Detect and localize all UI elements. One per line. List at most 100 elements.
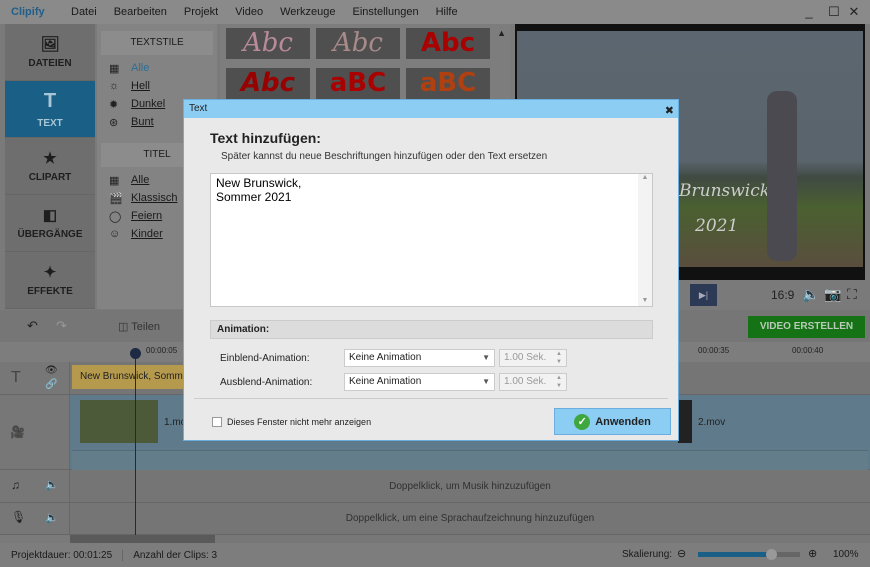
voice-hint: Doppelklick, um eine Sprachaufzeichnung … [345, 513, 595, 524]
sidebar-item-text[interactable]: T TEXT [5, 81, 95, 138]
close-icon[interactable]: ✕ [846, 4, 862, 20]
clip1-thumbnail[interactable] [80, 400, 158, 443]
text-clip[interactable]: New Brunswick, Sommer 2021 [72, 365, 192, 389]
check-icon: ✓ [574, 413, 591, 430]
style-thumb[interactable]: Abc [226, 68, 310, 99]
menu-projekt[interactable]: Projekt [184, 6, 218, 18]
scroll-up-icon[interactable]: ▲ [638, 174, 652, 181]
style-thumb[interactable]: aBC [406, 68, 490, 99]
magic-wand-icon: ✦ [43, 264, 57, 281]
fullscreen-icon[interactable]: ⛶ [847, 286, 857, 303]
sidebar-item-effekte[interactable]: ✦ EFFEKTE [5, 252, 95, 309]
menu-werkzeuge[interactable]: Werkzeuge [280, 6, 335, 18]
text-clip-label: New Brunswick, Sommer 2021 [80, 371, 192, 382]
dropdown-arrow-icon: ▼ [482, 353, 490, 362]
ruler-tick: 00:00:40 [792, 346, 824, 355]
text-input[interactable] [210, 173, 653, 307]
scale-slider[interactable] [698, 549, 800, 560]
textstile-hell-link[interactable]: Hell [131, 80, 150, 92]
in-animation-select[interactable]: Keine Animation ▼ [344, 349, 495, 367]
menu-hilfe[interactable]: Hilfe [436, 6, 458, 18]
redo-icon[interactable]: ↷ [56, 318, 67, 334]
music-track[interactable]: ♫ 🔈 Doppelklick, um Musik hinzuzufügen [0, 470, 870, 503]
menu-einstellungen[interactable]: Einstellungen [353, 6, 419, 18]
zoom-in-icon[interactable]: ⊕ [808, 547, 817, 560]
style-thumb[interactable]: Abc [406, 28, 490, 59]
textstile-dunkel-link[interactable]: Dunkel [131, 98, 165, 110]
titel-alle-link[interactable]: Alle [131, 174, 149, 186]
sidebar-item-label: ÜBERGÄNGE [17, 229, 83, 240]
menu-datei[interactable]: Datei [71, 6, 97, 18]
sidebar-item-label: CLIPART [28, 172, 72, 183]
clip2-thumbnail[interactable] [678, 400, 692, 443]
next-frame-icon[interactable]: ▶| [690, 284, 717, 306]
scale-label: Skalierung: [622, 549, 673, 560]
in-duration-stepper[interactable]: 1.00 Sek. ▲ ▼ [499, 349, 567, 367]
style-thumb[interactable]: Abc [316, 28, 400, 59]
sidebar-item-clipart[interactable]: ★ CLIPART [5, 138, 95, 195]
scale-slider-fill [698, 552, 772, 557]
link-icon[interactable]: 🔗 [45, 379, 57, 390]
undo-icon[interactable]: ↶ [27, 318, 38, 334]
out-animation-select[interactable]: Keine Animation ▼ [344, 373, 495, 391]
text-icon: T [11, 369, 21, 386]
preview-overlay-text: Brunswick, [679, 181, 776, 201]
playhead[interactable] [135, 350, 136, 535]
image-icon: 🖼 [40, 36, 60, 53]
clip-count: Anzahl der Clips: 3 [133, 549, 218, 561]
microphone-icon: 🎙 [11, 510, 27, 524]
style-thumb[interactable]: aBC [316, 68, 400, 99]
camera-icon[interactable]: 📷 [824, 286, 841, 303]
aspect-ratio[interactable]: 16:9 [771, 288, 794, 302]
apply-button[interactable]: ✓ Anwenden [554, 408, 671, 435]
animation-header: Animation: [210, 320, 653, 339]
maximize-icon[interactable]: ☐ [826, 4, 842, 20]
scrollbar-thumb[interactable] [70, 535, 215, 543]
out-animation-value: Keine Animation [349, 376, 422, 387]
titel-feiern-link[interactable]: Feiern [131, 210, 162, 222]
speaker-icon[interactable]: 🔈 [45, 511, 59, 524]
sidebar: 🖼 DATEIEN T TEXT ★ CLIPART ◧ ÜBERGÄNGE ✦ EFFE… [5, 24, 95, 309]
transitions-icon: ◧ [42, 207, 58, 224]
stepper-arrows-icon[interactable]: ▲ ▼ [556, 374, 562, 390]
textstile-alle[interactable]: ▦ Alle [97, 59, 217, 77]
split-button[interactable]: ◫ Teilen [118, 320, 160, 333]
apply-label: Anwenden [595, 415, 651, 428]
audio-lane [72, 450, 868, 470]
titel-klassisch-link[interactable]: Klassisch [131, 192, 177, 204]
menu-video[interactable]: Video [235, 6, 263, 18]
dont-show-checkbox[interactable]: Dieses Fenster nicht mehr anzeigen [212, 417, 371, 427]
menu-bearbeiten[interactable]: Bearbeiten [114, 6, 167, 18]
volume-icon[interactable]: 🔈 [802, 286, 819, 303]
menu-bar: Clipify Datei Bearbeiten Projekt Video W… [0, 0, 870, 24]
scale-slider-knob[interactable] [766, 549, 778, 560]
close-icon[interactable]: ✖ [665, 102, 674, 120]
textstile-alle-link[interactable]: Alle [131, 62, 149, 74]
timeline-scrollbar[interactable] [70, 535, 870, 543]
scroll-up-icon[interactable]: ▲ [497, 28, 506, 38]
speaker-icon[interactable]: 🔈 [45, 478, 59, 491]
zoom-out-icon[interactable]: ⊖ [677, 547, 686, 560]
checkbox-label: Dieses Fenster nicht mehr anzeigen [227, 417, 372, 427]
voice-track[interactable]: 🎙 🔈 Doppelklick, um eine Sprachaufzeichnu… [0, 503, 870, 535]
style-thumb[interactable]: Abc [226, 28, 310, 59]
titel-kinder-link[interactable]: Kinder [131, 228, 163, 240]
eye-icon[interactable]: 👁 [45, 365, 58, 376]
minimize-icon[interactable]: _ [801, 4, 817, 20]
textstile-header: TEXTSTILE [101, 31, 213, 55]
checkbox-box[interactable] [212, 417, 222, 427]
stepper-arrows-icon[interactable]: ▲ ▼ [556, 350, 562, 366]
playhead-handle[interactable] [130, 348, 141, 359]
textarea-scrollbar[interactable]: ▲ ▼ [638, 174, 652, 306]
textstile-bunt-link[interactable]: Bunt [131, 116, 154, 128]
create-video-button[interactable]: VIDEO ERSTELLEN [748, 316, 865, 338]
sidebar-item-dateien[interactable]: 🖼 DATEIEN [5, 24, 95, 81]
scale-value: 100% [833, 549, 859, 560]
textstile-hell[interactable]: ☼ Hell [97, 77, 217, 95]
grid-icon: ▦ [109, 174, 120, 187]
sidebar-item-uebergaenge[interactable]: ◧ ÜBERGÄNGE [5, 195, 95, 252]
app-logo: Clipify [11, 6, 45, 18]
scroll-down-icon[interactable]: ▼ [638, 297, 652, 304]
out-duration-stepper[interactable]: 1.00 Sek. ▲ ▼ [499, 373, 567, 391]
out-animation-label: Ausblend-Animation: [220, 377, 313, 388]
